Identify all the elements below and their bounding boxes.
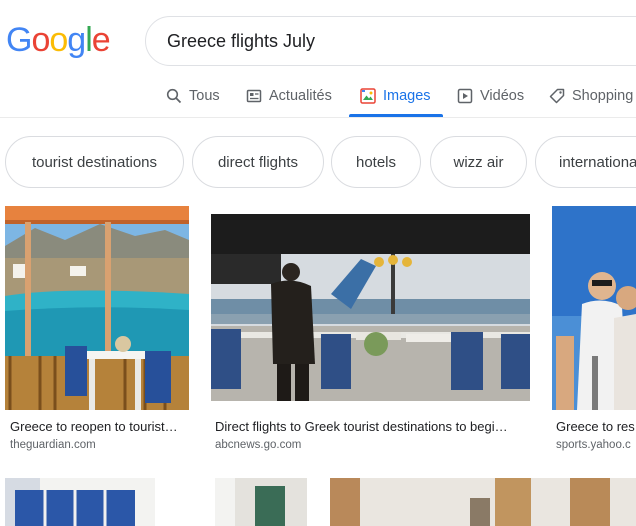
chip-direct-flights[interactable]: direct flights — [192, 136, 324, 188]
google-logo[interactable]: Google — [6, 20, 111, 60]
search-box[interactable]: Greece flights July — [145, 16, 636, 66]
logo-letter: o — [49, 21, 68, 59]
tab-label: Actualités — [269, 88, 332, 104]
tag-icon — [549, 88, 565, 104]
tab-news[interactable]: Actualités — [246, 74, 332, 118]
result-image-cafe[interactable] — [211, 214, 530, 401]
chip-wizz-air[interactable]: wizz air — [430, 136, 527, 188]
search-icon — [166, 88, 182, 104]
logo-letter: o — [31, 21, 50, 59]
chip-international[interactable]: international — [535, 136, 636, 188]
tab-bar: Tous Actualités Images Vidéos Shopping — [0, 74, 636, 118]
tab-shopping[interactable]: Shopping — [549, 74, 633, 118]
tab-images[interactable]: Images — [360, 74, 431, 118]
result-source[interactable]: theguardian.com — [10, 439, 188, 451]
result-image-balcony[interactable] — [5, 206, 189, 410]
chip-tourist-destinations[interactable]: tourist destinations — [5, 136, 184, 188]
result-caption[interactable]: Direct flights to Greek tourist destinat… — [215, 419, 527, 434]
images-icon — [360, 88, 376, 104]
video-icon — [457, 88, 473, 104]
logo-letter: e — [91, 21, 111, 59]
tab-label: Vidéos — [480, 88, 525, 104]
result-caption[interactable]: Greece to res — [556, 419, 636, 434]
result-image-selfie[interactable] — [552, 206, 636, 410]
header-divider — [0, 117, 636, 118]
result-source[interactable]: sports.yahoo.c — [556, 439, 636, 451]
tab-label: Images — [383, 88, 431, 104]
result-image-temple[interactable] — [330, 478, 636, 526]
result-image-blue-door[interactable] — [5, 478, 307, 526]
logo-letter: g — [67, 21, 86, 59]
news-icon — [246, 88, 262, 104]
search-input[interactable]: Greece flights July — [167, 31, 315, 52]
tab-label: Tous — [189, 88, 220, 104]
chip-hotels[interactable]: hotels — [331, 136, 421, 188]
logo-letter: G — [6, 21, 32, 59]
tab-videos[interactable]: Vidéos — [457, 74, 524, 118]
tab-all[interactable]: Tous — [166, 74, 220, 118]
tab-label: Shopping — [572, 88, 634, 104]
result-caption[interactable]: Greece to reopen to tourist… — [10, 419, 188, 434]
result-source[interactable]: abcnews.go.com — [215, 439, 527, 451]
